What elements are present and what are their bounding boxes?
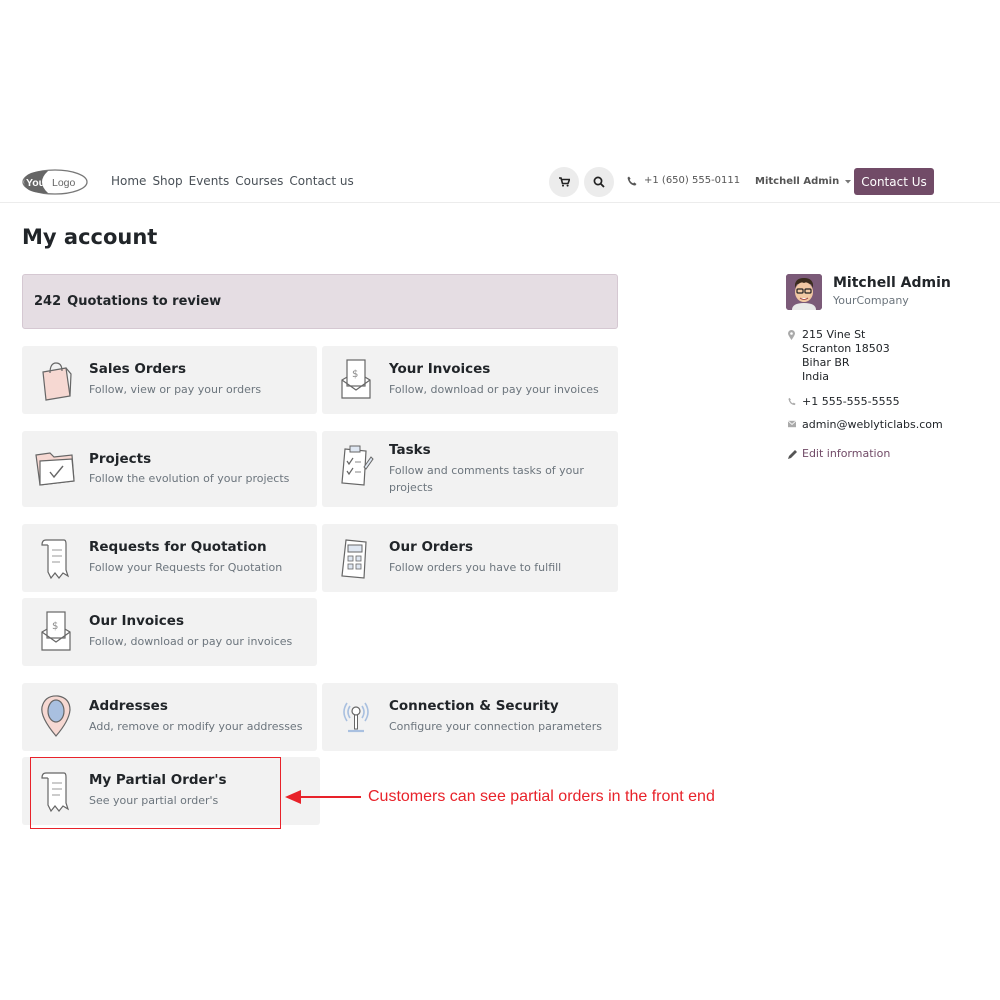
cart-button[interactable] [549, 167, 579, 197]
map-marker-icon [788, 330, 795, 340]
card-your-invoices[interactable]: $ Your Invoices Follow, download or pay … [322, 346, 618, 414]
phone-icon [788, 397, 796, 406]
card-title: Your Invoices [389, 361, 491, 377]
folder-check-icon [35, 452, 75, 486]
profile-company: YourCompany [833, 294, 909, 307]
page-title: My account [22, 225, 158, 249]
top-navbar: Your Logo Home Shop Events Courses Conta… [0, 160, 1000, 203]
address-line: 215 Vine St [802, 328, 866, 341]
svg-text:Your: Your [26, 177, 49, 189]
svg-text:Logo: Logo [52, 177, 76, 189]
cart-icon [558, 177, 570, 187]
card-connection-security[interactable]: Connection & Security Configure your con… [322, 683, 618, 751]
card-description: Follow your Requests for Quotation [89, 561, 283, 574]
edit-information-label: Edit information [802, 447, 891, 460]
quotations-alert[interactable]: 242 Quotations to review [22, 274, 618, 329]
card-tasks[interactable]: Tasks Follow and comments tasks of your … [322, 431, 618, 507]
contact-us-button[interactable]: Contact Us [854, 168, 934, 195]
phone-icon [627, 176, 637, 185]
main-nav: Home Shop Events Courses Contact us [111, 174, 360, 188]
shopping-bag-icon [42, 362, 72, 401]
card-description: Configure your connection parameters [389, 720, 602, 733]
caret-down-icon [845, 179, 852, 183]
signal-antenna-icon [343, 702, 369, 733]
card-description: Follow and comments tasks of your projec… [389, 464, 584, 494]
profile-name: Mitchell Admin [833, 275, 951, 291]
address-line: Bihar BR [802, 356, 850, 369]
profile-email: admin@weblyticlabs.com [788, 418, 943, 431]
card-title: Sales Orders [89, 361, 186, 377]
calculator-icon [341, 539, 367, 579]
card-description: Follow orders you have to fulfill [389, 561, 562, 574]
card-description: Add, remove or modify your addresses [89, 720, 303, 733]
card-title: Our Orders [389, 539, 474, 555]
header-phone-number: +1 (650) 555-0111 [644, 175, 741, 186]
highlight-box [30, 757, 281, 829]
profile-phone: +1 555-555-5555 [788, 395, 900, 408]
card-requests-for-quotation[interactable]: Requests for Quotation Follow your Reque… [22, 524, 317, 592]
annotation-text: Customers can see partial orders in the … [368, 788, 715, 805]
card-our-orders[interactable]: Our Orders Follow orders you have to ful… [322, 524, 618, 592]
quotations-label: Quotations to review [67, 294, 222, 309]
card-title: Projects [89, 451, 152, 467]
quotations-count: 242 [34, 294, 62, 309]
card-title: Tasks [389, 442, 431, 458]
nav-home[interactable]: Home [111, 174, 146, 188]
pencil-icon [788, 449, 797, 459]
card-description: Follow the evolution of your projects [89, 472, 290, 485]
user-name: Mitchell Admin [755, 176, 840, 187]
checklist-icon [341, 445, 374, 486]
arrow-left-icon [285, 790, 361, 804]
profile-address: 215 Vine St Scranton 18503 Bihar BR Indi… [788, 328, 890, 384]
invoice-envelope-icon: $ [341, 359, 371, 399]
nav-courses[interactable]: Courses [235, 174, 283, 188]
card-projects[interactable]: Projects Follow the evolution of your pr… [22, 431, 317, 507]
svg-text:$: $ [52, 621, 58, 632]
card-title: Our Invoices [89, 613, 184, 629]
card-title: Addresses [89, 698, 168, 714]
svg-text:$: $ [352, 369, 358, 380]
card-title: Requests for Quotation [89, 539, 267, 555]
card-sales-orders[interactable]: Sales Orders Follow, view or pay your or… [22, 346, 317, 414]
company-logo[interactable]: Your Logo [22, 169, 88, 195]
profile-phone-number: +1 555-555-5555 [802, 395, 900, 408]
map-pin-icon [41, 695, 71, 737]
envelope-icon [788, 420, 796, 428]
card-description: Follow, download or pay our invoices [89, 635, 293, 648]
profile-email-address: admin@weblyticlabs.com [802, 418, 943, 431]
invoice-envelope-icon: $ [41, 611, 71, 651]
edit-information-link[interactable]: Edit information [788, 447, 890, 460]
search-button[interactable] [584, 167, 614, 197]
nav-contact-us[interactable]: Contact us [289, 174, 353, 188]
card-description: Follow, download or pay your invoices [389, 383, 599, 396]
card-title: Connection & Security [389, 698, 559, 714]
address-line: India [802, 370, 829, 383]
nav-events[interactable]: Events [189, 174, 230, 188]
receipt-scroll-icon [41, 539, 70, 580]
user-dropdown[interactable]: Mitchell Admin [755, 176, 852, 187]
nav-shop[interactable]: Shop [152, 174, 182, 188]
address-line: Scranton 18503 [802, 342, 890, 355]
card-our-invoices[interactable]: $ Our Invoices Follow, download or pay o… [22, 598, 317, 666]
card-addresses[interactable]: Addresses Add, remove or modify your add… [22, 683, 317, 751]
card-description: Follow, view or pay your orders [89, 383, 262, 396]
avatar [786, 274, 822, 310]
search-icon [593, 176, 605, 188]
header-phone[interactable]: +1 (650) 555-0111 [627, 175, 740, 186]
